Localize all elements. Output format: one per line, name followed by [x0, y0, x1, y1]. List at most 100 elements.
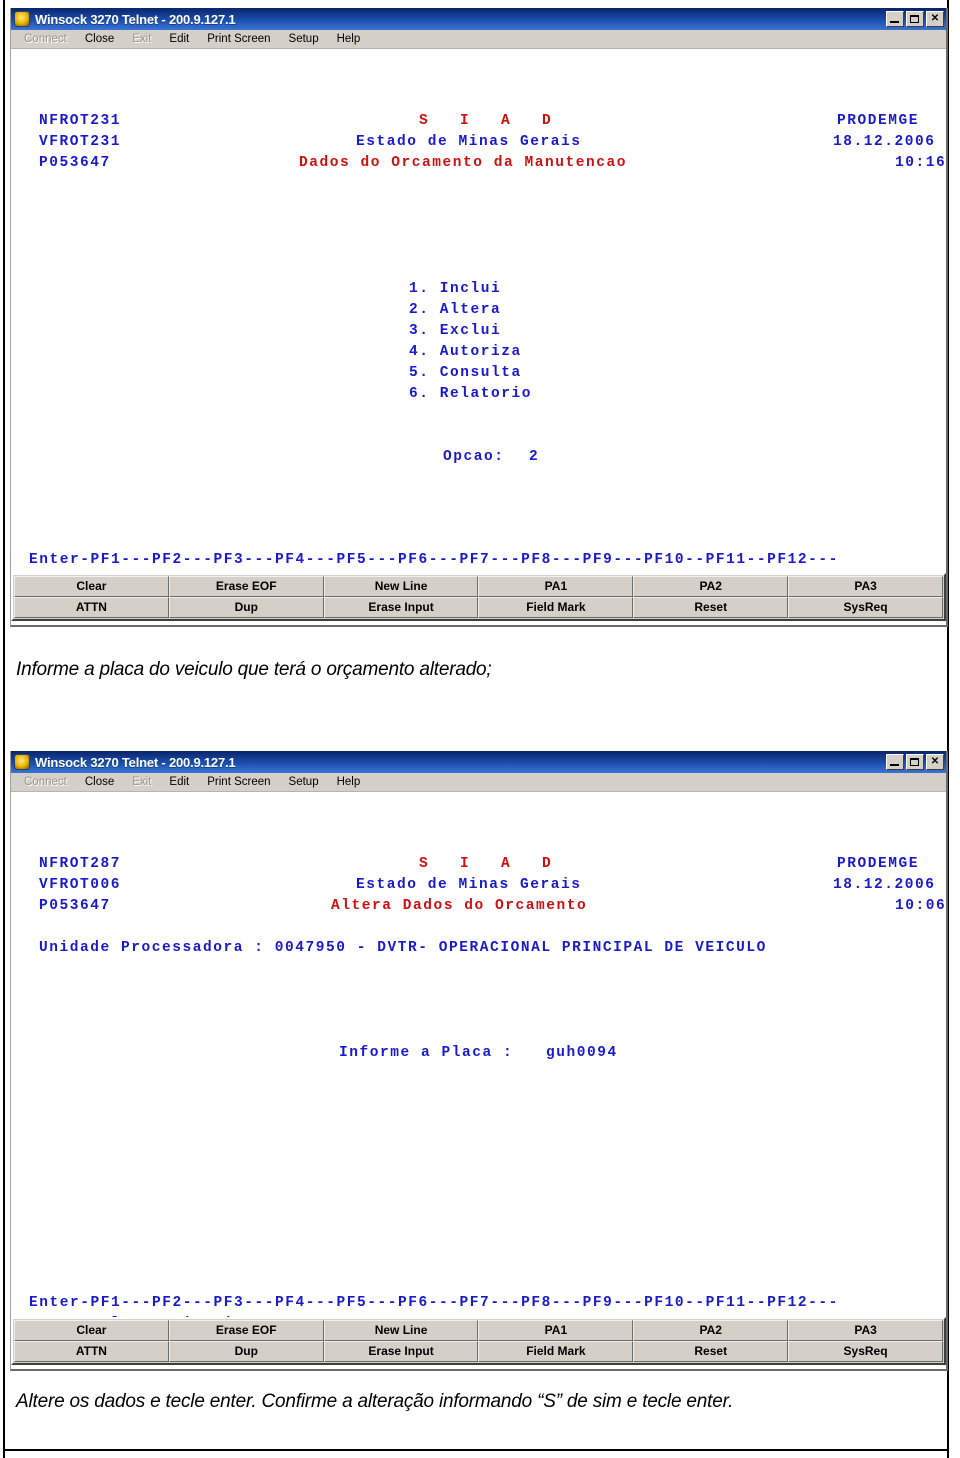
caption-middle: Informe a placa do veiculo que terá o or…: [16, 659, 492, 680]
t1-option-1[interactable]: 1. Inclui: [409, 281, 501, 297]
menu-item-close[interactable]: Close: [76, 31, 123, 48]
window-title-1: Winsock 3270 Telnet - 200.9.127.1: [35, 11, 236, 27]
minimize-icon[interactable]: [886, 11, 904, 27]
key-dup[interactable]: Dup: [168, 597, 324, 618]
menu-item-exit[interactable]: Exit: [123, 774, 160, 791]
key-erase-eof[interactable]: Erase EOF: [168, 1320, 324, 1341]
terminal-window-1[interactable]: Winsock 3270 Telnet - 200.9.127.1 ✕ Conn…: [10, 8, 948, 627]
key-clear[interactable]: Clear: [14, 1320, 169, 1341]
t2-organization: PRODEMGE: [837, 856, 920, 872]
t1-option-6[interactable]: 6. Relatorio: [409, 386, 532, 402]
maximize-icon[interactable]: [906, 11, 924, 27]
key-pa1[interactable]: PA1: [478, 576, 634, 597]
caption-bottom: Altere os dados e tecle enter. Confirme …: [16, 1391, 734, 1412]
t2-pf-labels: Help Desis Fim Retrn MenuF MenuP: [29, 1316, 859, 1317]
page-border-left: [3, 0, 5, 1458]
t2-program-id: VFROT006: [39, 877, 122, 893]
terminal-window-2[interactable]: Winsock 3270 Telnet - 200.9.127.1 ✕ Conn…: [10, 751, 948, 1371]
keypad-2[interactable]: Clear Erase EOF New Line PA1 PA2 PA3 ATT…: [11, 1317, 946, 1365]
keypad-row-1[interactable]: Clear Erase EOF New Line PA1 PA2 PA3: [14, 1320, 943, 1341]
key-pa2[interactable]: PA2: [633, 1320, 789, 1341]
terminal-screen-2[interactable]: NFROT287 S I A D PRODEMGE VFROT006 Estad…: [11, 792, 946, 1317]
key-pa3[interactable]: PA3: [788, 576, 943, 597]
t2-transaction-id: NFROT287: [39, 856, 122, 872]
maximize-icon[interactable]: [906, 754, 924, 770]
keypad-row-2[interactable]: ATTN Dup Erase Input Field Mark Reset Sy…: [14, 1341, 943, 1362]
key-dup[interactable]: Dup: [168, 1341, 324, 1362]
t1-option-prompt-input[interactable]: 2: [529, 449, 539, 465]
t2-unit-line: Unidade Processadora : 0047950 - DVTR- O…: [39, 940, 767, 956]
menu-item-help[interactable]: Help: [328, 31, 370, 48]
window-title-2: Winsock 3270 Telnet - 200.9.127.1: [35, 754, 236, 770]
t1-option-5[interactable]: 5. Consulta: [409, 365, 522, 381]
menu-item-connect[interactable]: Connect: [15, 31, 76, 48]
page-border-bottom: [3, 1449, 949, 1451]
key-field-mark[interactable]: Field Mark: [478, 1341, 634, 1362]
menu-item-exit[interactable]: Exit: [123, 31, 160, 48]
key-new-line[interactable]: New Line: [323, 1320, 479, 1341]
key-field-mark[interactable]: Field Mark: [478, 597, 634, 618]
window-controls-2[interactable]: ✕: [886, 754, 944, 770]
key-attn[interactable]: ATTN: [14, 597, 169, 618]
keypad-row-2[interactable]: ATTN Dup Erase Input Field Mark Reset Sy…: [14, 597, 943, 618]
terminal-screen-1[interactable]: NFROT231 S I A D PRODEMGE VFROT231 Estad…: [11, 49, 946, 573]
key-reset[interactable]: Reset: [633, 1341, 789, 1362]
menu-item-setup[interactable]: Setup: [280, 774, 328, 791]
menubar-1[interactable]: Connect Close Exit Edit Print Screen Set…: [11, 30, 946, 49]
minimize-icon[interactable]: [886, 754, 904, 770]
t1-program-id: VFROT231: [39, 134, 122, 150]
app-globe-icon: [14, 754, 30, 770]
key-erase-input[interactable]: Erase Input: [323, 1341, 479, 1362]
t2-plate-label: Informe a Placa :: [339, 1045, 514, 1061]
t2-system-acronym: S I A D: [419, 856, 553, 872]
t1-option-4[interactable]: 4. Autoriza: [409, 344, 522, 360]
key-erase-input[interactable]: Erase Input: [323, 597, 479, 618]
key-reset[interactable]: Reset: [633, 597, 789, 618]
key-sysreq[interactable]: SysReq: [788, 597, 943, 618]
menubar-2[interactable]: Connect Close Exit Edit Print Screen Set…: [11, 773, 946, 792]
menu-item-close[interactable]: Close: [76, 774, 123, 791]
menu-item-help[interactable]: Help: [328, 774, 370, 791]
menu-item-print-screen[interactable]: Print Screen: [198, 31, 279, 48]
t1-option-2[interactable]: 2. Altera: [409, 302, 501, 318]
t1-option-prompt-label: Opcao:: [443, 449, 505, 465]
t1-option-3[interactable]: 3. Exclui: [409, 323, 501, 339]
close-icon[interactable]: ✕: [926, 11, 944, 27]
t2-plate-input[interactable]: guh0094: [546, 1045, 618, 1061]
t2-screen-title: Altera Dados do Orcamento: [331, 898, 588, 914]
key-sysreq[interactable]: SysReq: [788, 1341, 943, 1362]
t2-pf-keyline: Enter-PF1---PF2---PF3---PF4---PF5---PF6-…: [29, 1295, 839, 1311]
t1-state-line: Estado de Minas Gerais: [356, 134, 582, 150]
t2-state-line: Estado de Minas Gerais: [356, 877, 582, 893]
app-globe-icon: [14, 11, 30, 27]
close-icon[interactable]: ✕: [926, 754, 944, 770]
t1-system-acronym: S I A D: [419, 113, 553, 129]
key-pa3[interactable]: PA3: [788, 1320, 943, 1341]
t1-organization: PRODEMGE: [837, 113, 920, 129]
t2-user-id: P053647: [39, 898, 111, 914]
titlebar-2[interactable]: Winsock 3270 Telnet - 200.9.127.1 ✕: [11, 751, 946, 773]
t1-user-id: P053647: [39, 155, 111, 171]
menu-item-print-screen[interactable]: Print Screen: [198, 774, 279, 791]
menu-item-setup[interactable]: Setup: [280, 31, 328, 48]
t1-screen-title: Dados do Orcamento da Manutencao: [299, 155, 628, 171]
t2-date: 18.12.2006: [833, 877, 936, 893]
window-controls-1[interactable]: ✕: [886, 11, 944, 27]
t1-time: 10:16: [895, 155, 946, 171]
keypad-row-1[interactable]: Clear Erase EOF New Line PA1 PA2 PA3: [14, 576, 943, 597]
key-clear[interactable]: Clear: [14, 576, 169, 597]
t1-transaction-id: NFROT231: [39, 113, 122, 129]
key-pa2[interactable]: PA2: [633, 576, 789, 597]
key-new-line[interactable]: New Line: [323, 576, 479, 597]
t1-pf-keyline: Enter-PF1---PF2---PF3---PF4---PF5---PF6-…: [29, 552, 839, 568]
menu-item-edit[interactable]: Edit: [160, 31, 198, 48]
menu-item-edit[interactable]: Edit: [160, 774, 198, 791]
titlebar-1[interactable]: Winsock 3270 Telnet - 200.9.127.1 ✕: [11, 8, 946, 30]
key-attn[interactable]: ATTN: [14, 1341, 169, 1362]
keypad-1[interactable]: Clear Erase EOF New Line PA1 PA2 PA3 ATT…: [11, 573, 946, 621]
t1-date: 18.12.2006: [833, 134, 936, 150]
t2-time: 10:06: [895, 898, 946, 914]
menu-item-connect[interactable]: Connect: [15, 774, 76, 791]
key-pa1[interactable]: PA1: [478, 1320, 634, 1341]
key-erase-eof[interactable]: Erase EOF: [168, 576, 324, 597]
